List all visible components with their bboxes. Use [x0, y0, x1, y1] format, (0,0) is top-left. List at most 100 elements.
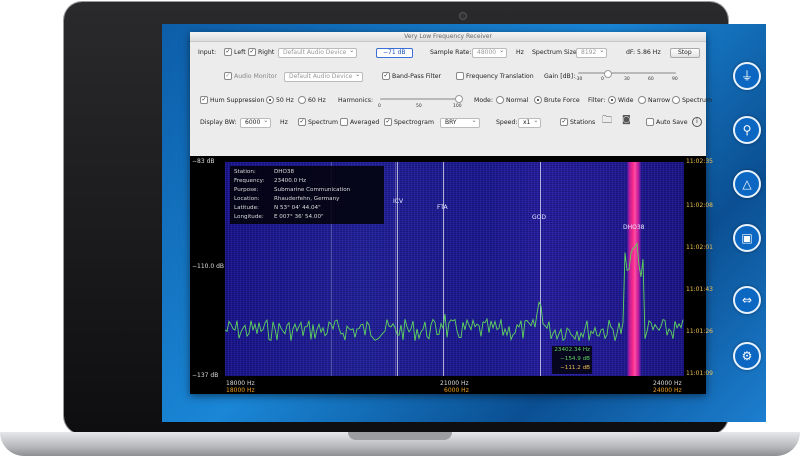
checkbox-empty-icon	[646, 118, 654, 126]
antenna-icon[interactable]: ⏚	[733, 62, 761, 90]
app-window: Very Low Frequency Receiver Input: ✓ Left…	[190, 32, 713, 394]
bw-value: 6000	[240, 117, 272, 128]
folder-icon[interactable]: 🗀	[602, 116, 612, 126]
x-axis-right: 24000 Hz	[653, 380, 682, 387]
averaged-label: Averaged	[350, 119, 380, 126]
check-icon: ✓	[298, 118, 306, 126]
x-axis-mid: 21000 Hz	[440, 380, 469, 387]
radio-icon	[638, 96, 646, 104]
speed-select[interactable]: x1	[518, 117, 542, 128]
gain-tick: 30	[624, 77, 630, 82]
spectrum-radio-label: Spectrum	[682, 97, 712, 104]
input-label: Input:	[198, 49, 217, 56]
bandpass-checkbox[interactable]: ✓ Band-Pass Filter	[382, 72, 441, 81]
laptop-mockup: ⏚ ⚲ △ ▣ ⇔ ⚙ Very Low Frequency Receiver …	[0, 0, 800, 460]
hz50-label: 50 Hz	[276, 97, 294, 104]
hz50-radio[interactable]: 50 Hz	[266, 96, 294, 105]
time-label: 11:02:35	[686, 158, 713, 165]
sample-rate-select[interactable]: 48000	[472, 47, 508, 58]
spectrum-size-select[interactable]: 8192	[576, 47, 608, 58]
harmonics-slider-knob[interactable]	[455, 95, 463, 103]
hz60-radio[interactable]: 60 Hz	[298, 96, 326, 105]
brute-force-radio[interactable]: Brute Force	[534, 96, 580, 105]
toolbox-icon[interactable]: ▣	[733, 224, 761, 252]
laptop-bezel: ⏚ ⚲ △ ▣ ⇔ ⚙ Very Low Frequency Receiver …	[64, 2, 766, 434]
y-axis-top: −83 dB	[192, 158, 215, 165]
check-icon: ✓	[560, 118, 568, 126]
harmonics-slider[interactable]	[380, 98, 458, 100]
sample-rate-value: 48000	[472, 47, 508, 58]
radio-icon	[608, 96, 616, 104]
spectrogram-checkbox[interactable]: ✓ Spectrogram	[384, 118, 434, 127]
normal-radio[interactable]: Normal	[496, 96, 528, 105]
spectrum-radio[interactable]: Spectrum	[672, 96, 712, 105]
wide-label: Wide	[618, 97, 634, 104]
spectrum-checkbox[interactable]: ✓ Spectrum	[298, 118, 338, 127]
camera-snapshot-icon[interactable]: ◙	[622, 116, 631, 125]
gain-tick: 90	[672, 77, 678, 82]
y-axis-mid: −110.0 dB	[192, 263, 225, 270]
hum-suppression-checkbox[interactable]: ✓ Hum Suppression	[200, 96, 264, 105]
check-icon: ✓	[224, 48, 232, 56]
radio-icon	[266, 96, 274, 104]
info-key: Station:	[234, 169, 256, 175]
stop-button[interactable]: Stop	[670, 48, 700, 58]
info-value: N 53° 04' 44.04"	[274, 205, 321, 211]
autosave-checkbox[interactable]: Auto Save	[646, 118, 688, 127]
gain-tick: 60	[648, 77, 654, 82]
right-checkbox[interactable]: ✓ Right	[248, 48, 274, 57]
left-checkbox[interactable]: ✓ Left	[224, 48, 246, 57]
harmonics-tick: 50	[416, 104, 422, 109]
stop-label: Stop	[670, 48, 700, 58]
camera-icon	[460, 13, 466, 19]
checkbox-empty-icon	[340, 118, 348, 126]
time-label: 11:02:08	[686, 202, 713, 209]
cursor-readout: 23402.34 Hz −154.9 dB −111.2 dB	[552, 346, 592, 374]
gain-slider[interactable]	[578, 72, 676, 74]
input-device-select[interactable]: Default Audio Device	[278, 47, 358, 58]
sample-rate-label: Sample Rate:	[430, 49, 472, 56]
normal-label: Normal	[506, 97, 529, 104]
readout-hz: 23402.34 Hz	[554, 347, 590, 353]
radio-icon	[534, 96, 542, 104]
info-value: Rhauderfehn, Germany	[274, 196, 340, 202]
spectrum-size-label: Spectrum Size:	[532, 49, 579, 56]
averaged-checkbox[interactable]: Averaged	[340, 118, 379, 127]
bw-unit: Hz	[280, 119, 288, 126]
signal-icon[interactable]: ⇔	[733, 286, 761, 314]
spectrum-label: Spectrum	[308, 119, 338, 126]
audio-monitor-checkbox[interactable]: ✓ Audio Monitor	[224, 72, 277, 81]
check-icon: ✓	[248, 48, 256, 56]
harmonics-tick: 100	[453, 104, 462, 109]
display-bw-label: Display BW:	[200, 119, 237, 126]
sample-rate-unit: Hz	[516, 49, 524, 56]
time-label: 11:01:43	[686, 286, 713, 293]
autosave-label: Auto Save	[656, 119, 688, 126]
gain-label: Gain [dB]:	[544, 73, 576, 80]
palette-select[interactable]: BRY	[440, 117, 480, 128]
narrow-radio[interactable]: Narrow	[638, 96, 670, 105]
bw-select[interactable]: 6000	[240, 117, 272, 128]
mode-label: Mode:	[474, 97, 493, 104]
harmonics-label: Harmonics:	[338, 97, 374, 104]
checkbox-empty-icon	[456, 72, 464, 80]
info-icon[interactable]: i	[692, 117, 702, 127]
microscope-icon[interactable]: ⚲	[733, 116, 761, 144]
stations-checkbox[interactable]: ✓ Stations	[560, 118, 595, 127]
monitor-device-select[interactable]: Default Audio Device	[284, 71, 364, 82]
tower-icon[interactable]: △	[733, 170, 761, 198]
hz60-label: 60 Hz	[308, 97, 326, 104]
check-icon: ✓	[384, 118, 392, 126]
freq-translation-checkbox[interactable]: Frequency Translation	[456, 72, 534, 81]
hum-label: Hum Suppression	[210, 97, 265, 104]
wide-radio[interactable]: Wide	[608, 96, 633, 105]
window-title: Very Low Frequency Receiver	[190, 32, 706, 42]
time-label: 11:01:09	[686, 370, 713, 377]
spectrogram-plot: ICV FTA GOD DHO38 Station: DHO38 Frequen…	[190, 156, 713, 394]
laptop-notch	[348, 432, 452, 440]
gain-slider-knob[interactable]	[604, 70, 613, 78]
stations-label: Stations	[570, 119, 596, 126]
gears-icon[interactable]: ⚙	[733, 342, 761, 370]
speed-label: Speed:	[496, 119, 518, 126]
level-value: −71 dB	[376, 48, 413, 58]
